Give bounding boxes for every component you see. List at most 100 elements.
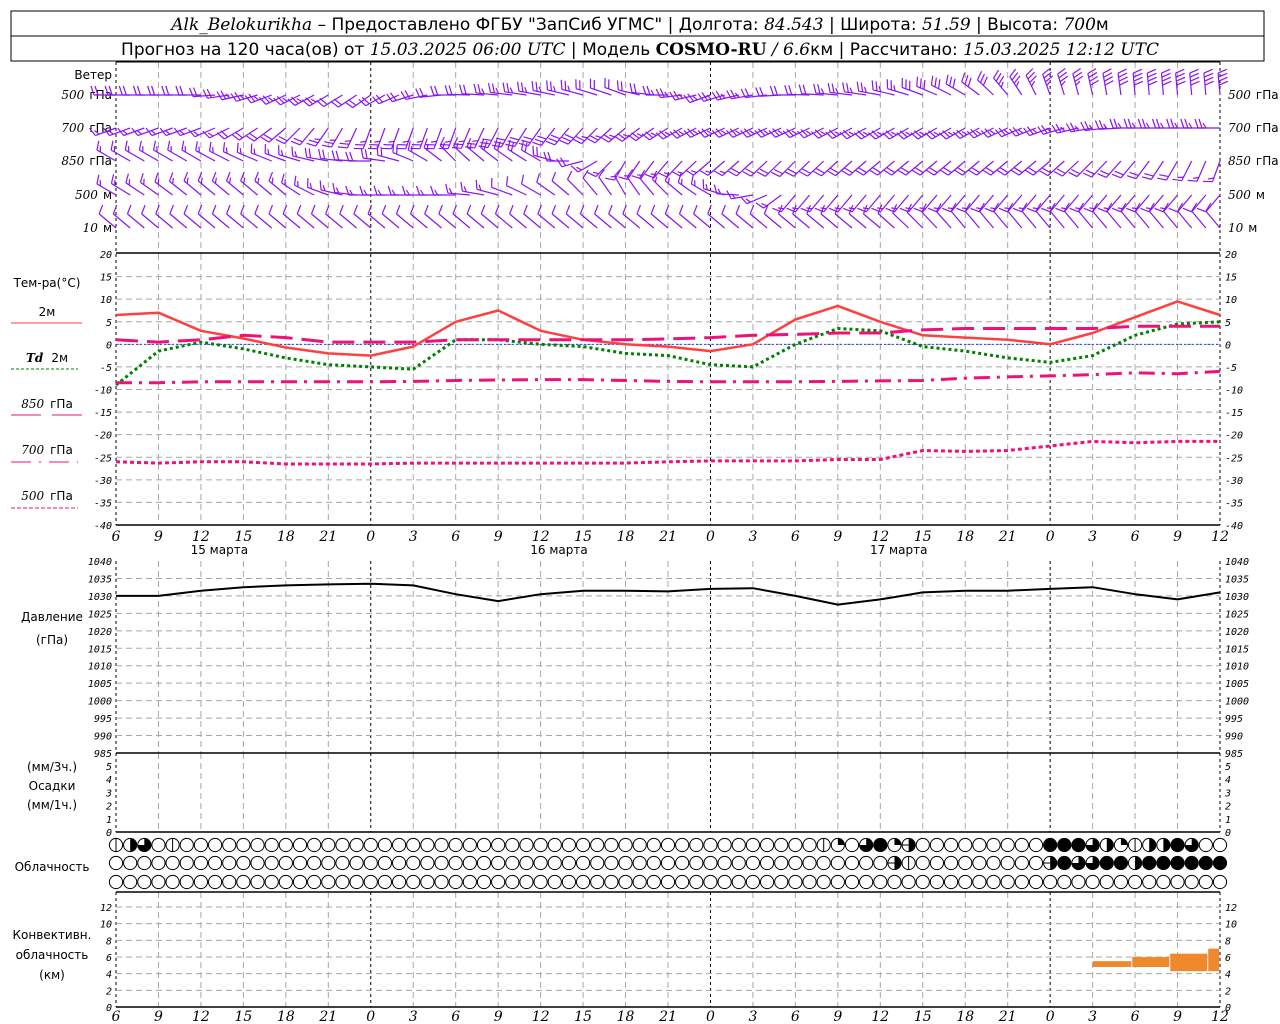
barb-feather (1168, 207, 1178, 213)
y-tick-label-right: 0 (1225, 828, 1231, 839)
cloud-circle (505, 837, 520, 853)
cloud-circle (887, 874, 902, 890)
l500-num: 500 (21, 489, 44, 503)
barb-feather (460, 181, 463, 192)
cloud-symbol (207, 855, 223, 871)
wind-barb (1148, 202, 1164, 229)
barb-feather (426, 144, 429, 151)
cloud-circle (774, 837, 789, 853)
barb-shaft (1021, 210, 1037, 229)
cloud-symbol (108, 874, 124, 890)
cloud-symbol (958, 855, 973, 871)
y-tick-label: 0 (106, 828, 112, 839)
wind-barb (1168, 194, 1193, 213)
y-tick-label-right: 1000 (1225, 697, 1249, 708)
wind-barb (216, 127, 244, 140)
barb-feather (296, 204, 302, 215)
wind-barb (982, 160, 1009, 176)
wind-barb (1063, 202, 1079, 229)
wind-barb (713, 160, 740, 177)
cloud-symbol (1212, 837, 1228, 853)
cloud-circle (1028, 855, 1044, 871)
cloud-circle (986, 837, 1001, 853)
wind-barb (950, 202, 966, 229)
wind-barb (532, 127, 556, 147)
convective-bars (1092, 948, 1219, 972)
barb-shaft (567, 179, 584, 196)
cloud-symbol (278, 837, 293, 853)
cloud-circle (519, 874, 534, 890)
cloud-symbol (151, 874, 166, 890)
cloud-circle (193, 855, 209, 871)
wind-level-label: 700 гПа (61, 121, 112, 135)
wind-barb (287, 94, 315, 106)
barb-feather (373, 185, 378, 196)
x-tick-label: 3 (1088, 529, 1097, 545)
wind-barb (175, 85, 201, 96)
wind-barb (1205, 202, 1221, 229)
cloud-circle (788, 855, 803, 871)
barb-feather (271, 177, 274, 184)
cloud-circle (476, 855, 492, 871)
wind-barb (1126, 194, 1150, 213)
cloud-circle (759, 874, 775, 890)
barb-feather (491, 83, 496, 94)
barb-feather (1162, 80, 1172, 86)
wind-barb (1049, 202, 1065, 229)
cloud-symbol (703, 874, 718, 890)
cloud-symbol (660, 837, 676, 853)
barb-feather (678, 130, 685, 135)
barb-feather (169, 204, 174, 215)
cloud-symbol (618, 837, 633, 853)
wind-barb (1010, 160, 1037, 176)
cloud-circle (632, 874, 647, 890)
barb-feather (919, 78, 922, 88)
barb-feather (152, 140, 157, 151)
cloud-symbol (377, 855, 393, 871)
barb-shaft (567, 127, 584, 145)
cloud-symbol (476, 837, 492, 853)
cloud-symbol (1184, 874, 1199, 890)
wind-barb (1087, 68, 1099, 96)
barb-shaft (978, 210, 994, 229)
cloud-fill (894, 856, 902, 870)
barb-feather (971, 167, 981, 174)
cloud-circle (901, 874, 916, 890)
cloud-circle (1212, 837, 1228, 853)
x-tick-label: 6 (791, 529, 800, 545)
barb-feather (1103, 72, 1113, 78)
cloud-circle (137, 874, 152, 890)
y-tick-label: 2 (106, 986, 112, 997)
barb-feather (827, 83, 831, 93)
barb-feather (1132, 68, 1143, 74)
header: Alk_Belokurikha – Предоставлено ФГБУ "За… (10, 10, 1265, 62)
barb-feather (1097, 207, 1108, 213)
wind-barb (1196, 194, 1221, 213)
barb-feather (605, 177, 615, 181)
cloud-circle (1014, 837, 1029, 853)
cloud-symbol (462, 874, 477, 890)
wind-barb (487, 83, 513, 96)
x-tick-label-bottom: 9 (833, 1009, 842, 1024)
precip-title: Осадки (29, 779, 76, 793)
cloud-symbol (307, 874, 322, 890)
barb-shaft (183, 180, 202, 196)
cloud-circle (547, 855, 562, 871)
cloud-circle (1127, 874, 1143, 890)
wind-barb (1146, 68, 1158, 96)
barb-feather (787, 168, 797, 175)
barb-feather (345, 151, 350, 162)
cloud-symbol (1099, 855, 1114, 871)
wind-barb (1025, 68, 1037, 96)
barb-shaft (679, 213, 697, 229)
barb-feather (150, 130, 157, 135)
wind-barb (970, 194, 994, 213)
barb-feather (263, 134, 273, 141)
cloud-circle (844, 855, 860, 871)
barb-feather (1117, 68, 1127, 74)
wind-barb (310, 204, 329, 229)
y-tick-label: -10 (94, 386, 112, 397)
precip-3h-unit: (мм/3ч.) (27, 760, 77, 774)
cloud-symbol (1028, 837, 1044, 853)
wind-barb (301, 94, 329, 107)
